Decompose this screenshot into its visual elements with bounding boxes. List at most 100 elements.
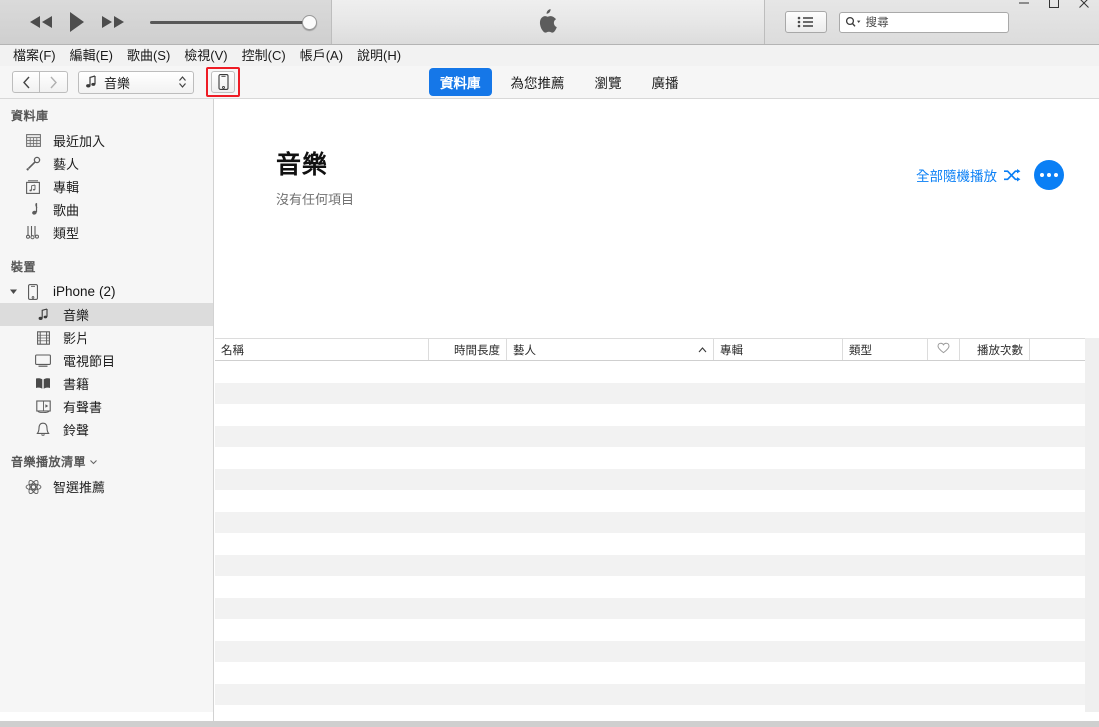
table-row[interactable]: [215, 382, 1085, 404]
genre-icon: [22, 225, 44, 240]
table-row[interactable]: [215, 361, 1085, 383]
sidebar-item-device-audiobooks[interactable]: 有聲書: [0, 395, 213, 418]
sidebar-header-playlists[interactable]: 音樂播放清單: [0, 441, 213, 475]
play-button[interactable]: [68, 11, 86, 33]
sidebar-label: 鈴聲: [63, 423, 90, 438]
sidebar-item-artists[interactable]: 藝人: [0, 152, 213, 175]
audiobook-icon: [32, 399, 54, 414]
search-input[interactable]: 搜尋: [838, 11, 1009, 33]
menu-help[interactable]: 說明(H): [350, 45, 408, 66]
main-content: 音樂 沒有任何項目 全部隨機播放 名稱 時間長度 藝人 專輯 類型 播放次數: [215, 99, 1099, 712]
column-header-duration[interactable]: 時間長度: [429, 339, 507, 360]
search-placeholder: 搜尋: [865, 17, 889, 29]
heart-icon: [937, 342, 950, 357]
table-row[interactable]: [215, 597, 1085, 619]
maximize-button[interactable]: [1039, 0, 1069, 14]
iphone-icon: [217, 74, 229, 90]
menu-controls[interactable]: 控制(C): [235, 45, 293, 66]
column-header-artist-label: 藝人: [513, 344, 536, 357]
table-row[interactable]: [215, 554, 1085, 576]
status-display: [332, 0, 765, 44]
table-row[interactable]: [215, 683, 1085, 705]
menu-edit[interactable]: 編輯(E): [63, 45, 120, 66]
tab-browse[interactable]: 瀏覽: [584, 68, 633, 96]
sort-ascending-icon: [698, 346, 707, 353]
table-row[interactable]: [215, 468, 1085, 490]
column-header-love[interactable]: [928, 339, 960, 360]
iphone-icon: [22, 283, 44, 300]
sidebar-item-recently-added[interactable]: 最近加入: [0, 129, 213, 152]
table-row[interactable]: [215, 447, 1085, 469]
menu-view[interactable]: 檢視(V): [177, 45, 234, 66]
menu-bar: 檔案(F) 編輯(E) 歌曲(S) 檢視(V) 控制(C) 帳戶(A) 說明(H…: [0, 45, 1099, 66]
tv-icon: [32, 354, 54, 367]
volume-track: [150, 21, 307, 24]
minimize-button[interactable]: [1009, 0, 1039, 14]
volume-slider[interactable]: [150, 12, 317, 32]
shuffle-all-button[interactable]: 全部隨機播放: [916, 165, 997, 185]
menu-song[interactable]: 歌曲(S): [120, 45, 177, 66]
sidebar-label: 有聲書: [63, 400, 103, 415]
sidebar-header-playlists-label: 音樂播放清單: [11, 455, 87, 469]
table-row[interactable]: [215, 576, 1085, 598]
table-row[interactable]: [215, 640, 1085, 662]
track-list[interactable]: [215, 361, 1085, 712]
table-row[interactable]: [215, 662, 1085, 684]
sidebar-item-device-books[interactable]: 書籍: [0, 372, 213, 395]
fast-forward-button[interactable]: [100, 14, 126, 30]
sidebar-item-device-tvshows[interactable]: 電視節目: [0, 349, 213, 372]
disclosure-triangle-icon[interactable]: [6, 287, 20, 296]
table-row[interactable]: [215, 490, 1085, 512]
volume-knob[interactable]: [302, 15, 317, 30]
sidebar-item-device-movies[interactable]: 影片: [0, 326, 213, 349]
chevron-right-icon: [50, 76, 57, 88]
tab-radio[interactable]: 廣播: [641, 68, 690, 96]
sidebar-item-device-music[interactable]: 音樂: [0, 303, 213, 326]
table-row[interactable]: [215, 425, 1085, 447]
sidebar-label: 最近加入: [53, 134, 106, 149]
sidebar-item-songs[interactable]: 歌曲: [0, 198, 213, 221]
sidebar-label: 智選推薦: [53, 480, 106, 495]
sidebar-item-device-ringtones[interactable]: 鈴聲: [0, 418, 213, 441]
table-row[interactable]: [215, 705, 1085, 712]
search-icon: [845, 16, 863, 28]
album-icon: [22, 179, 44, 194]
shuffle-icon[interactable]: [1003, 168, 1021, 183]
device-button[interactable]: [211, 71, 235, 93]
tab-for-you[interactable]: 為您推薦: [500, 68, 576, 96]
sidebar-item-albums[interactable]: 專輯: [0, 175, 213, 198]
table-row[interactable]: [215, 404, 1085, 426]
media-type-selector[interactable]: 音樂: [78, 70, 194, 94]
column-header-album[interactable]: 專輯: [714, 339, 843, 360]
menu-file[interactable]: 檔案(F): [6, 45, 63, 66]
column-header-genre[interactable]: 類型: [843, 339, 928, 360]
close-button[interactable]: [1069, 0, 1099, 14]
rewind-button[interactable]: [28, 14, 54, 30]
scroll-gutter[interactable]: [1085, 338, 1099, 712]
sidebar-label: 歌曲: [53, 203, 80, 218]
sidebar-label: 書籍: [63, 377, 90, 392]
tab-library[interactable]: 資料庫: [429, 68, 492, 96]
sidebar-item-iphone[interactable]: iPhone (2): [0, 280, 213, 303]
chevron-down-icon[interactable]: [89, 458, 98, 466]
table-row[interactable]: [215, 619, 1085, 641]
sidebar-bottom-edge: [0, 712, 214, 721]
menu-account[interactable]: 帳戶(A): [293, 45, 350, 66]
table-row[interactable]: [215, 533, 1085, 555]
list-view-button[interactable]: [785, 11, 827, 33]
device-button-highlight[interactable]: [206, 67, 240, 97]
sidebar-item-genres[interactable]: 類型: [0, 221, 213, 244]
forward-button[interactable]: [40, 71, 68, 93]
genius-icon: [22, 479, 44, 495]
table-row[interactable]: [215, 511, 1085, 533]
column-header-playcount[interactable]: 播放次數: [960, 339, 1030, 360]
film-icon: [32, 330, 54, 345]
sidebar-label: 音樂: [63, 308, 90, 323]
player-controls: [0, 0, 332, 44]
sidebar-item-genius-recommendations[interactable]: 智選推薦: [0, 475, 213, 498]
column-header-artist[interactable]: 藝人: [507, 339, 714, 360]
chevron-updown-icon: [178, 75, 187, 89]
back-button[interactable]: [12, 71, 40, 93]
more-options-button[interactable]: [1034, 160, 1064, 190]
column-header-name[interactable]: 名稱: [215, 339, 429, 360]
